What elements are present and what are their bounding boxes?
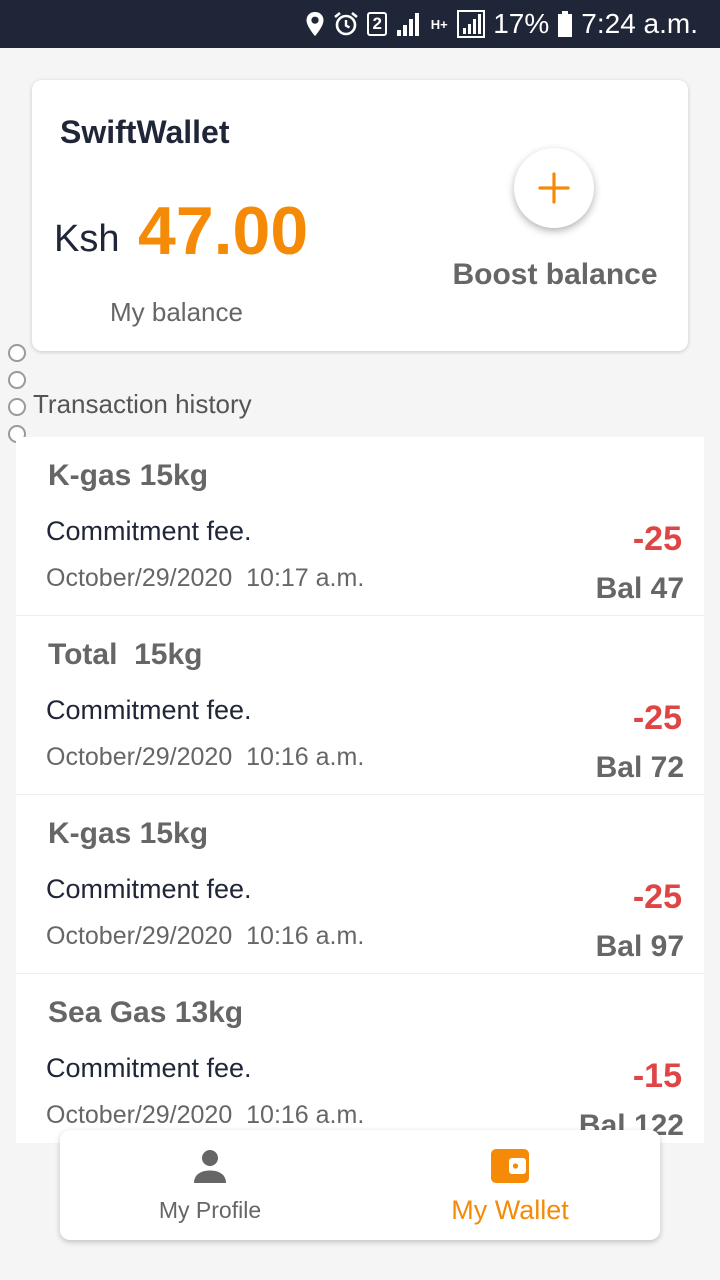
handle-dot: [8, 398, 26, 416]
handle-dot: [8, 344, 26, 362]
boost-balance-button[interactable]: [514, 148, 594, 228]
transaction-description: Commitment fee.: [46, 1053, 252, 1083]
transaction-name: K-gas 15kg: [48, 459, 209, 492]
transaction-row[interactable]: K-gas 15kg Commitment fee. October/29/20…: [16, 795, 704, 974]
transaction-balance: Bal 72: [595, 751, 684, 784]
wallet-card: SwiftWallet Ksh 47.00 My balance Boost b…: [32, 80, 688, 351]
transaction-description: Commitment fee.: [46, 874, 252, 904]
balance-label: My balance: [110, 297, 243, 327]
transaction-name: Sea Gas 13kg: [48, 996, 244, 1029]
transaction-row[interactable]: K-gas 15kg Commitment fee. October/29/20…: [16, 437, 704, 616]
transaction-amount: -25: [632, 699, 682, 737]
plus-icon: [538, 172, 570, 204]
handle-dot: [8, 371, 26, 389]
nav-my-profile-label: My Profile: [158, 1197, 262, 1223]
signal-strength-icon: [457, 10, 486, 38]
transaction-name: Total 15kg: [48, 638, 203, 671]
transaction-row[interactable]: Total 15kg Commitment fee. October/29/20…: [16, 616, 704, 795]
transaction-amount: -25: [632, 878, 682, 916]
transaction-date: October/29/2020 10:17 a.m.: [46, 564, 365, 592]
battery-icon: [558, 11, 573, 37]
transaction-amount: -15: [632, 1057, 682, 1095]
transaction-date: October/29/2020 10:16 a.m.: [46, 1101, 365, 1129]
nav-my-wallet-label: My Wallet: [451, 1195, 569, 1225]
transaction-name: K-gas 15kg: [48, 817, 209, 850]
transaction-row[interactable]: Sea Gas 13kg Commitment fee. October/29/…: [16, 974, 704, 1143]
network-type: H+: [430, 16, 448, 32]
app-title: SwiftWallet: [60, 114, 230, 150]
battery-percent: 17%: [493, 8, 550, 39]
wallet-icon: [491, 1149, 529, 1183]
location-icon: [306, 12, 324, 36]
alarm-icon: [334, 11, 359, 36]
status-bar: 2 H+ 17% 7:24 a.m.: [0, 0, 720, 48]
transaction-description: Commitment fee.: [46, 695, 252, 725]
status-time: 7:24 a.m.: [581, 8, 698, 39]
drag-handle[interactable]: [8, 344, 26, 452]
person-icon: [194, 1150, 226, 1183]
transaction-history-title: Transaction history: [33, 389, 252, 419]
transaction-amount: -25: [632, 520, 682, 558]
transaction-balance: Bal 47: [595, 572, 684, 605]
transaction-date: October/29/2020 10:16 a.m.: [46, 743, 365, 771]
transaction-date: October/29/2020 10:16 a.m.: [46, 922, 365, 950]
nav-my-wallet[interactable]: My Wallet: [360, 1130, 660, 1240]
boost-balance-label[interactable]: Boost balance: [412, 258, 698, 292]
transaction-balance: Bal 97: [595, 930, 684, 963]
transaction-list[interactable]: K-gas 15kg Commitment fee. October/29/20…: [16, 437, 704, 1143]
nav-my-profile[interactable]: My Profile: [60, 1130, 360, 1240]
sim-badge: 2: [367, 12, 388, 36]
balance-amount: 47.00: [138, 193, 309, 269]
transaction-description: Commitment fee.: [46, 516, 252, 546]
status-icons: 2 H+ 17% 7:24 a.m.: [305, 8, 698, 40]
bottom-nav: My Profile My Wallet: [60, 1130, 660, 1240]
currency-label: Ksh: [54, 218, 120, 260]
signal-icon: [397, 13, 420, 36]
